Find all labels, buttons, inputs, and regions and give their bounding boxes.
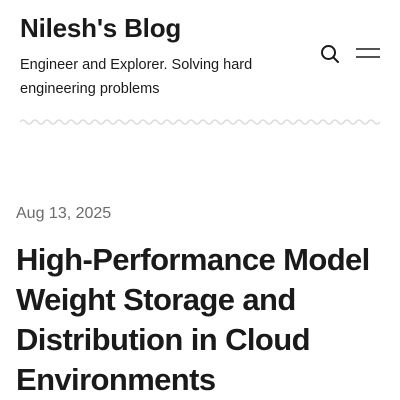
- menu-button[interactable]: [354, 43, 382, 65]
- site-header: Nilesh's Blog Engineer and Explorer. Sol…: [0, 0, 400, 140]
- post-date: Aug 13, 2025: [16, 205, 112, 222]
- wavy-divider: [20, 119, 380, 125]
- site-title[interactable]: Nilesh's Blog: [20, 12, 181, 44]
- page: Nilesh's Blog Engineer and Explorer. Sol…: [0, 0, 400, 400]
- search-icon: [321, 45, 339, 63]
- search-button[interactable]: [318, 42, 342, 66]
- site-description: Engineer and Explorer. Solving hard engi…: [20, 57, 253, 97]
- post-title[interactable]: High-Performance Model Weight Storage an…: [16, 240, 391, 400]
- hamburger-menu-icon: [356, 48, 380, 58]
